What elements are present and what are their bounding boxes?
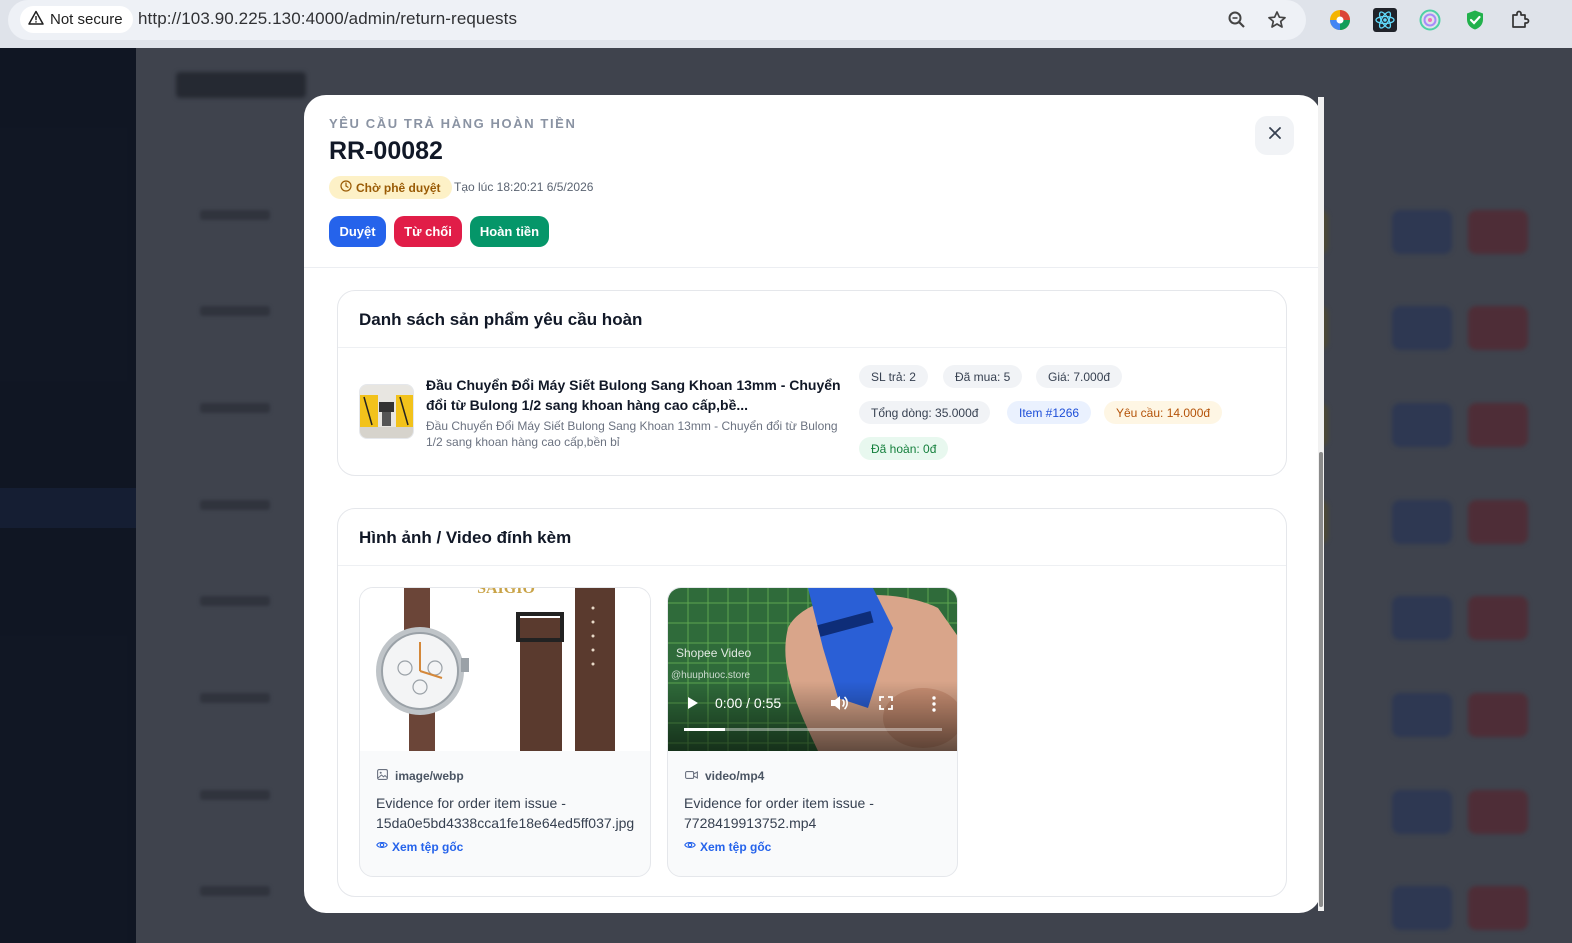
zoom-icon[interactable] bbox=[1225, 8, 1249, 32]
attachment-card-video[interactable]: Shopee Video @huuphuoc.store 0:00 / 0:55 bbox=[667, 587, 958, 877]
extensions-puzzle-icon[interactable] bbox=[1507, 7, 1533, 33]
attachments-card: Hình ảnh / Video đính kèm SAIGIO image/w… bbox=[337, 508, 1287, 897]
attachment-type: image/webp bbox=[377, 769, 464, 783]
modal-scrollbar-thumb[interactable] bbox=[1319, 452, 1323, 907]
request-id: RR-00082 bbox=[329, 137, 443, 165]
video-watermark-brand: Shopee Video bbox=[676, 646, 752, 660]
bookmark-star-icon[interactable] bbox=[1265, 8, 1289, 32]
browser-toolbar: Not secure http://103.90.225.130:4000/ad… bbox=[0, 0, 1572, 48]
attachment-type-label: image/webp bbox=[395, 769, 464, 783]
attachment-image-preview[interactable]: SAIGIO bbox=[360, 588, 650, 751]
chip-qty-return: SL trả: 2 bbox=[859, 365, 928, 388]
refund-button[interactable]: Hoàn tiền bbox=[470, 216, 549, 247]
attachment-caption: Evidence for order item issue - 15da0e5b… bbox=[376, 795, 635, 831]
created-timestamp: Tạo lúc 18:20:21 6/5/2026 bbox=[454, 180, 594, 194]
watermark-text: SAIGIO bbox=[477, 588, 535, 597]
url-text[interactable]: http://103.90.225.130:4000/admin/return-… bbox=[138, 9, 517, 29]
product-thumbnail bbox=[359, 384, 414, 439]
attachment-card-image[interactable]: SAIGIO image/webp Evidence for order ite… bbox=[359, 587, 651, 877]
attachment-caption: Evidence for order item issue - 77284199… bbox=[684, 795, 874, 831]
status-badge: Chờ phê duyệt bbox=[329, 176, 452, 199]
target-extension-icon[interactable] bbox=[1417, 7, 1443, 33]
color-picker-extension-icon[interactable] bbox=[1327, 7, 1353, 33]
chip-price: Giá: 7.000đ bbox=[1036, 365, 1123, 388]
card-divider bbox=[338, 565, 1286, 566]
eye-icon bbox=[684, 839, 696, 854]
products-card: Danh sách sản phẩm yêu cầu hoàn Đầu Chuy… bbox=[337, 290, 1287, 476]
image-icon bbox=[377, 769, 388, 783]
video-player[interactable]: Shopee Video @huuphuoc.store 0:00 / 0:55 bbox=[668, 588, 957, 751]
shield-extension-icon[interactable] bbox=[1462, 7, 1488, 33]
warning-icon bbox=[28, 10, 44, 30]
video-icon bbox=[685, 769, 698, 783]
more-options-icon[interactable] bbox=[932, 696, 936, 717]
approve-button[interactable]: Duyệt bbox=[329, 216, 386, 247]
play-icon[interactable] bbox=[687, 696, 699, 715]
card-divider bbox=[338, 347, 1286, 348]
attachment-type-label: video/mp4 bbox=[705, 769, 765, 783]
security-label: Not secure bbox=[50, 11, 123, 28]
attachments-card-title: Hình ảnh / Video đính kèm bbox=[359, 528, 572, 547]
view-original-link[interactable]: Xem tệp gốc bbox=[684, 839, 771, 854]
chip-refunded: Đã hoàn: 0đ bbox=[859, 437, 949, 460]
product-name: Đầu Chuyển Đổi Máy Siết Bulong Sang Khoa… bbox=[426, 377, 841, 413]
react-devtools-extension-icon[interactable] bbox=[1372, 7, 1398, 33]
video-watermark-handle: @huuphuoc.store bbox=[671, 670, 751, 681]
security-indicator[interactable]: Not secure bbox=[20, 6, 133, 33]
close-icon bbox=[1268, 126, 1282, 145]
fullscreen-icon[interactable] bbox=[879, 696, 893, 715]
video-time: 0:00 / 0:55 bbox=[715, 695, 782, 711]
product-description: Đầu Chuyển Đổi Máy Siết Bulong Sang Khoa… bbox=[426, 419, 838, 449]
volume-icon[interactable] bbox=[830, 695, 848, 716]
clock-icon bbox=[340, 180, 352, 195]
modal-eyebrow: YÊU CẦU TRẢ HÀNG HOÀN TIỀN bbox=[329, 116, 577, 131]
chip-qty-bought: Đã mua: 5 bbox=[943, 365, 1023, 388]
return-request-modal: YÊU CẦU TRẢ HÀNG HOÀN TIỀN RR-00082 Chờ … bbox=[304, 95, 1321, 913]
chip-item-ref: Item #1266 bbox=[1007, 401, 1092, 424]
attachment-type: video/mp4 bbox=[685, 769, 764, 783]
products-card-title: Danh sách sản phẩm yêu cầu hoàn bbox=[359, 310, 643, 329]
chip-line-total: Tổng dòng: 35.000đ bbox=[859, 401, 991, 424]
view-original-label[interactable]: Xem tệp gốc bbox=[700, 840, 771, 854]
reject-button[interactable]: Từ chối bbox=[394, 216, 462, 247]
close-modal-button[interactable] bbox=[1255, 116, 1294, 155]
eye-icon bbox=[376, 839, 388, 854]
chip-requested: Yêu cầu: 14.000đ bbox=[1104, 401, 1223, 424]
status-label: Chờ phê duyệt bbox=[356, 180, 441, 195]
modal-header: YÊU CẦU TRẢ HÀNG HOÀN TIỀN RR-00082 Chờ … bbox=[304, 95, 1321, 268]
view-original-link[interactable]: Xem tệp gốc bbox=[376, 839, 463, 854]
video-controls bbox=[668, 681, 957, 751]
video-progress-fill bbox=[684, 728, 726, 731]
address-bar[interactable]: Not secure http://103.90.225.130:4000/ad… bbox=[8, 0, 1306, 40]
view-original-label[interactable]: Xem tệp gốc bbox=[392, 840, 463, 854]
